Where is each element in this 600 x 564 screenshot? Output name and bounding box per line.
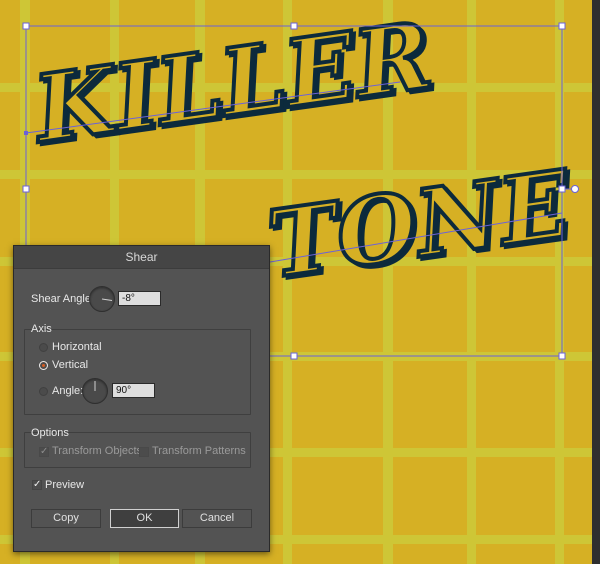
transform-patterns-label[interactable]: Transform Patterns — [152, 445, 246, 457]
dialog-title: Shear — [125, 250, 158, 264]
copy-button[interactable]: Copy — [31, 509, 101, 528]
transform-patterns-checkbox[interactable] — [139, 447, 149, 457]
transform-objects-label[interactable]: Transform Objects — [52, 445, 142, 457]
vertical-radio[interactable] — [39, 361, 48, 370]
handle-bottom-center — [290, 352, 298, 360]
shear-angle-label: Shear Angle: — [31, 293, 94, 305]
horizontal-label[interactable]: Horizontal — [52, 341, 102, 353]
rotate-handle — [571, 185, 579, 193]
handle-bottom-right — [558, 352, 566, 360]
handle-middle-right — [558, 185, 566, 193]
handle-middle-left — [22, 185, 30, 193]
dial-needle-icon — [101, 298, 113, 301]
cancel-button[interactable]: Cancel — [182, 509, 252, 528]
axis-legend: Axis — [31, 323, 52, 335]
dial-needle-icon — [94, 381, 96, 391]
angle-label[interactable]: Angle: — [52, 385, 83, 397]
shear-dialog: Shear Shear Angle: -8° Axis Horizontal V… — [13, 245, 270, 552]
shear-angle-dial[interactable] — [89, 286, 115, 312]
transform-objects-checkbox[interactable]: ✓ — [39, 447, 49, 457]
vertical-label[interactable]: Vertical — [52, 359, 88, 371]
handle-top-left — [22, 22, 30, 30]
axis-angle-input[interactable]: 90° — [112, 383, 155, 398]
preview-label[interactable]: Preview — [45, 479, 84, 491]
canvas-right-edge — [592, 0, 600, 564]
dialog-titlebar[interactable]: Shear — [14, 246, 269, 269]
handle-top-right — [558, 22, 566, 30]
horizontal-radio[interactable] — [39, 343, 48, 352]
anchor-point[interactable] — [24, 131, 28, 135]
options-legend: Options — [31, 427, 69, 439]
ok-button[interactable]: OK — [110, 509, 179, 528]
axis-angle-dial[interactable] — [82, 378, 108, 404]
shear-angle-input[interactable]: -8° — [118, 291, 161, 306]
handle-top-center — [290, 22, 298, 30]
angle-radio[interactable] — [39, 387, 48, 396]
preview-checkbox[interactable]: ✓ — [32, 480, 42, 490]
